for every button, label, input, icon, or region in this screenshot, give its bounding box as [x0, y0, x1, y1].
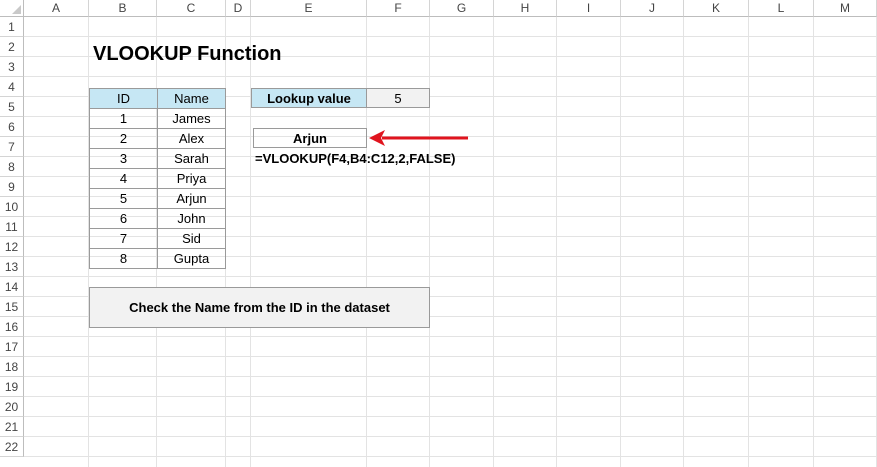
row-header-18[interactable]: 18	[0, 357, 24, 377]
column-header-e[interactable]: E	[251, 0, 367, 17]
row-header-14[interactable]: 14	[0, 277, 24, 297]
table-cell-name[interactable]: Gupta	[157, 248, 226, 269]
sheet-title[interactable]: VLOOKUP Function	[93, 40, 282, 68]
arrow-left-icon	[369, 130, 468, 146]
table-header-id[interactable]: ID	[89, 88, 158, 109]
gridline-vertical	[250, 17, 251, 467]
table-cell-id[interactable]: 6	[89, 208, 158, 229]
column-header-a[interactable]: A	[24, 0, 89, 17]
column-header-i[interactable]: I	[557, 0, 621, 17]
gridline-vertical	[813, 17, 814, 467]
gridline-horizontal	[24, 416, 877, 417]
column-header-f[interactable]: F	[367, 0, 430, 17]
row-header-7[interactable]: 7	[0, 137, 24, 157]
gridline-horizontal	[24, 276, 877, 277]
table-cell-id[interactable]: 7	[89, 228, 158, 249]
table-cell-name[interactable]: John	[157, 208, 226, 229]
column-header-k[interactable]: K	[684, 0, 749, 17]
table-cell-id[interactable]: 2	[89, 128, 158, 149]
table-cell-name[interactable]: Arjun	[157, 188, 226, 209]
result-cell[interactable]: Arjun	[253, 128, 367, 148]
gridline-vertical	[366, 17, 367, 467]
table-cell-id[interactable]: 4	[89, 168, 158, 189]
lookup-value-cell[interactable]: 5	[366, 88, 430, 108]
row-header-3[interactable]: 3	[0, 57, 24, 77]
column-header-d[interactable]: D	[226, 0, 251, 17]
row-header-10[interactable]: 10	[0, 197, 24, 217]
gridline-vertical	[620, 17, 621, 467]
column-header-b[interactable]: B	[89, 0, 157, 17]
gridline-horizontal	[24, 76, 877, 77]
column-header-h[interactable]: H	[494, 0, 557, 17]
table-cell-id[interactable]: 8	[89, 248, 158, 269]
gridline-horizontal	[24, 436, 877, 437]
gridline-vertical	[683, 17, 684, 467]
gridline-horizontal	[24, 456, 877, 457]
gridline-vertical	[556, 17, 557, 467]
row-header-17[interactable]: 17	[0, 337, 24, 357]
gridline-horizontal	[24, 336, 877, 337]
row-header-22[interactable]: 22	[0, 437, 24, 457]
row-header-8[interactable]: 8	[0, 157, 24, 177]
column-header-g[interactable]: G	[430, 0, 494, 17]
row-header-2[interactable]: 2	[0, 37, 24, 57]
gridline-vertical	[748, 17, 749, 467]
table-cell-id[interactable]: 3	[89, 148, 158, 169]
table-cell-id[interactable]: 5	[89, 188, 158, 209]
row-header-4[interactable]: 4	[0, 77, 24, 97]
row-header-6[interactable]: 6	[0, 117, 24, 137]
gridline-horizontal	[24, 36, 877, 37]
row-header-11[interactable]: 11	[0, 217, 24, 237]
gridline-vertical	[493, 17, 494, 467]
column-header-l[interactable]: L	[749, 0, 814, 17]
row-header-21[interactable]: 21	[0, 417, 24, 437]
row-header-16[interactable]: 16	[0, 317, 24, 337]
note-text: Check the Name from the ID in the datase…	[129, 300, 390, 315]
table-cell-name[interactable]: Sid	[157, 228, 226, 249]
row-header-13[interactable]: 13	[0, 257, 24, 277]
row-header-19[interactable]: 19	[0, 377, 24, 397]
column-header-m[interactable]: M	[814, 0, 877, 17]
select-all-corner[interactable]	[0, 0, 24, 17]
column-header-j[interactable]: J	[621, 0, 684, 17]
table-cell-name[interactable]: Alex	[157, 128, 226, 149]
row-header-1[interactable]: 1	[0, 17, 24, 37]
table-cell-name[interactable]: James	[157, 108, 226, 129]
row-header-5[interactable]: 5	[0, 97, 24, 117]
table-header-name[interactable]: Name	[157, 88, 226, 109]
lookup-value-label[interactable]: Lookup value	[251, 88, 367, 108]
formula-text[interactable]: =VLOOKUP(F4,B4:C12,2,FALSE)	[255, 149, 455, 169]
row-header-9[interactable]: 9	[0, 177, 24, 197]
gridline-horizontal	[24, 356, 877, 357]
row-header-15[interactable]: 15	[0, 297, 24, 317]
table-cell-name[interactable]: Sarah	[157, 148, 226, 169]
gridline-horizontal	[24, 396, 877, 397]
row-header-20[interactable]: 20	[0, 397, 24, 417]
gridline-vertical	[429, 17, 430, 467]
table-cell-name[interactable]: Priya	[157, 168, 226, 189]
row-header-12[interactable]: 12	[0, 237, 24, 257]
gridline-horizontal	[24, 376, 877, 377]
table-cell-id[interactable]: 1	[89, 108, 158, 129]
column-header-c[interactable]: C	[157, 0, 226, 17]
note-box[interactable]: Check the Name from the ID in the datase…	[89, 287, 430, 328]
